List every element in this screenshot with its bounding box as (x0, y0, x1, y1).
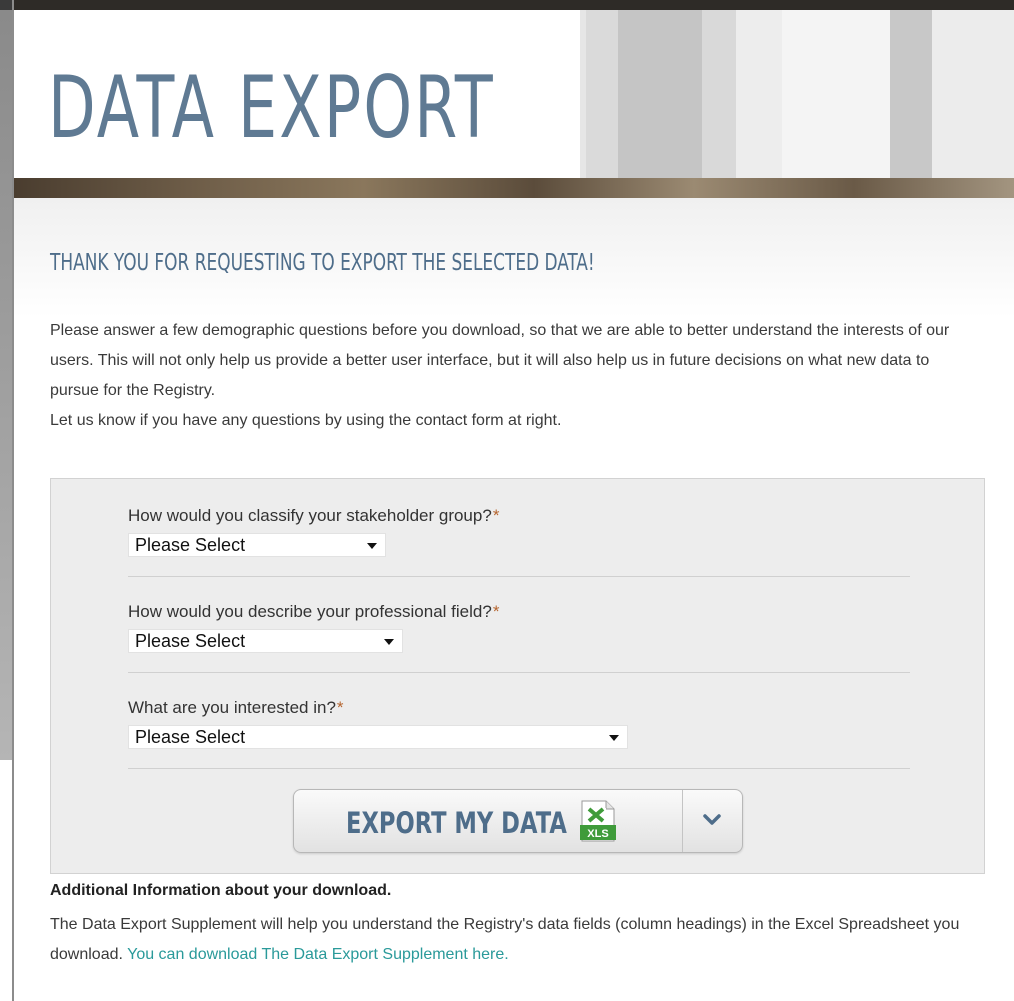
question-professional-field: How would you describe your professional… (128, 601, 910, 673)
question-label: How would you describe your professional… (128, 601, 910, 623)
question-stakeholder-group: How would you classify your stakeholder … (128, 505, 910, 577)
chevron-down-icon (703, 814, 721, 825)
svg-text:XLS: XLS (587, 828, 608, 840)
page-title: DATA EXPORT (48, 58, 495, 158)
dropdown-arrow-icon (367, 543, 377, 549)
stakeholder-group-select[interactable]: Please Select (128, 533, 386, 557)
required-marker: * (336, 698, 344, 717)
export-button-label: EXPORT MY DATA (346, 806, 567, 840)
select-value: Please Select (135, 535, 246, 555)
question-label: What are you interested in?* (128, 697, 910, 719)
section-heading: THANK YOU FOR REQUESTING TO EXPORT THE S… (50, 250, 595, 276)
additional-info-title: Additional Information about your downlo… (50, 882, 392, 899)
required-marker: * (492, 506, 500, 525)
main-content: THANK YOU FOR REQUESTING TO EXPORT THE S… (14, 198, 1014, 1001)
intro-text: Please answer a few demographic question… (50, 316, 980, 436)
dropdown-arrow-icon (384, 639, 394, 645)
download-supplement-link[interactable]: You can download The Data Export Supplem… (127, 946, 509, 963)
header-banner: DATA EXPORT (14, 0, 1014, 198)
excel-xls-icon: XLS (580, 800, 616, 842)
required-marker: * (492, 602, 500, 621)
question-interests: What are you interested in?* Please Sele… (128, 697, 910, 769)
export-button-group: EXPORT MY DATA XLS (293, 789, 743, 853)
interests-select[interactable]: Please Select (128, 725, 628, 749)
professional-field-label: How would you describe your professional… (128, 602, 492, 621)
export-my-data-button[interactable]: EXPORT MY DATA XLS (294, 790, 682, 852)
select-value: Please Select (135, 631, 246, 651)
additional-info-text: The Data Export Supplement will help you… (50, 910, 980, 970)
interests-label: What are you interested in? (128, 698, 336, 717)
additional-info-paragraph: The Data Export Supplement will help you… (50, 910, 980, 970)
question-label: How would you classify your stakeholder … (128, 505, 910, 527)
banner-photo-strip (14, 178, 1014, 198)
stakeholder-group-label: How would you classify your stakeholder … (128, 506, 492, 525)
export-options-toggle[interactable] (683, 790, 742, 852)
professional-field-select[interactable]: Please Select (128, 629, 403, 653)
demographic-form: How would you classify your stakeholder … (50, 478, 985, 874)
select-value: Please Select (135, 727, 246, 747)
intro-paragraph: Please answer a few demographic question… (50, 322, 950, 399)
banner-top-line (14, 0, 1014, 10)
intro-contact-note: Let us know if you have any questions by… (50, 412, 562, 429)
page: DATA EXPORT THANK YOU FOR REQUESTING TO … (12, 0, 1014, 1001)
dropdown-arrow-icon (609, 735, 619, 741)
